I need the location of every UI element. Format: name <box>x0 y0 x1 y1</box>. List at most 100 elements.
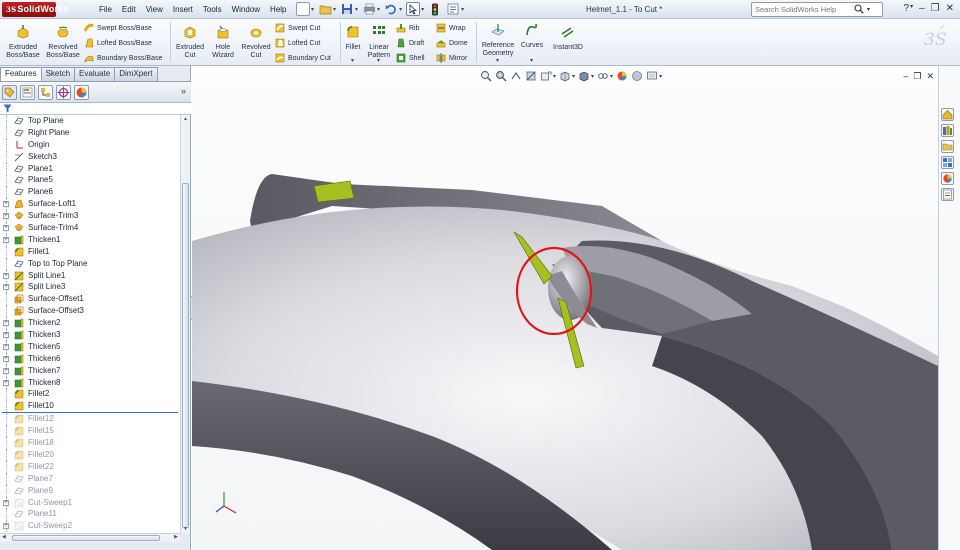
lofted-cut-button[interactable]: Lofted Cut <box>275 38 320 48</box>
graphics-area[interactable]: ▾ ▾ ▾ ▾ ▾ – ❐ ✕ <box>192 66 938 550</box>
tree-item[interactable]: + Split Line3 <box>0 281 180 294</box>
tree-item[interactable]: Plane6 <box>0 186 180 199</box>
boundary-boss-button[interactable]: Boundary Boss/Base <box>84 53 162 63</box>
save-dropdown-icon[interactable]: ▾ <box>355 6 358 13</box>
pattern-dropdown-icon[interactable]: ▾ <box>377 57 380 64</box>
hide-show-dropdown-icon[interactable]: ▾ <box>610 73 613 80</box>
file-explorer-icon[interactable] <box>941 140 954 153</box>
mirror-button[interactable]: Mirror <box>436 53 467 63</box>
design-library-icon[interactable] <box>941 124 954 137</box>
solidworks-logo[interactable]: 3SSolidWorks <box>2 2 68 17</box>
extruded-cut-button[interactable]: Extruded Cut <box>173 25 207 60</box>
display-style-dropdown-icon[interactable]: ▾ <box>591 73 594 80</box>
viewport-minimize-icon[interactable]: – <box>903 71 908 82</box>
viewport-restore-icon[interactable]: ❐ <box>913 71 921 82</box>
tree-item[interactable]: Plane5 <box>0 174 180 187</box>
tree-item[interactable]: + Thicken2 <box>0 317 180 330</box>
menu-insert[interactable]: Insert <box>168 4 198 15</box>
tab-sketch[interactable]: Sketch <box>40 67 76 81</box>
property-manager-icon[interactable] <box>20 85 35 100</box>
viewport-close-icon[interactable]: ✕ <box>926 71 934 82</box>
undo-dropdown-icon[interactable]: ▾ <box>399 6 402 13</box>
tab-evaluate[interactable]: Evaluate <box>74 67 116 81</box>
scroll-right-icon[interactable]: ▶ <box>174 534 178 540</box>
filter-icon[interactable] <box>3 104 12 113</box>
menu-help[interactable]: Help <box>265 4 291 15</box>
new-dropdown-icon[interactable]: ▾ <box>311 6 314 13</box>
view-palette-icon[interactable] <box>941 156 954 169</box>
tree-horizontal-scroll-thumb[interactable] <box>12 535 160 541</box>
tree-item[interactable]: + Cut-Sweep2 <box>0 520 180 533</box>
orientation-dropdown-icon[interactable]: ▾ <box>572 73 575 80</box>
tree-item[interactable]: + Surface-Trim4 <box>0 222 180 235</box>
revolved-boss-button[interactable]: Revolved Boss/Base <box>44 25 82 60</box>
apply-scene-icon[interactable] <box>631 70 643 82</box>
tree-item[interactable]: Top Plane <box>0 115 180 127</box>
expand-toggle-icon[interactable]: + <box>3 213 9 220</box>
print-dropdown-icon[interactable]: ▾ <box>377 6 380 13</box>
helmet-model[interactable] <box>192 66 938 550</box>
properties-dropdown-icon[interactable]: ▾ <box>461 6 464 13</box>
tree-item[interactable]: + Split Line1 <box>0 269 180 282</box>
configuration-manager-icon[interactable] <box>38 85 53 100</box>
linear-pattern-button[interactable]: Linear Pattern <box>364 25 394 60</box>
expand-toggle-icon[interactable]: + <box>3 355 9 362</box>
tab-dimxpert[interactable]: DimXpert <box>114 67 158 81</box>
tree-item[interactable]: Fillet10 <box>0 400 180 413</box>
tree-item[interactable]: Fillet2 <box>0 388 180 401</box>
dome-button[interactable]: Dome <box>436 38 468 48</box>
curves-dropdown-icon[interactable]: ▾ <box>530 57 533 64</box>
tree-item[interactable]: Fillet18 <box>0 437 180 450</box>
tree-item[interactable]: + Thicken3 <box>0 329 180 342</box>
expand-toggle-icon[interactable]: + <box>3 201 9 208</box>
restore-icon[interactable]: ❐ <box>931 3 940 14</box>
menu-window[interactable]: Window <box>227 4 265 15</box>
tree-item[interactable]: Plane9 <box>0 484 180 497</box>
tree-item[interactable]: Fillet12 <box>0 413 180 426</box>
help-search-box[interactable]: ▾ <box>751 2 883 17</box>
tree-item[interactable]: Surface-Offset3 <box>0 305 180 318</box>
menu-view[interactable]: View <box>141 4 168 15</box>
section-view-icon[interactable] <box>525 70 537 82</box>
tree-item[interactable]: + Thicken6 <box>0 352 180 365</box>
zoom-to-fit-icon[interactable] <box>480 70 492 82</box>
expand-toggle-icon[interactable]: + <box>3 320 9 327</box>
tree-item[interactable]: Origin <box>0 138 180 151</box>
fillet-button[interactable]: Fillet <box>343 25 363 52</box>
help-icon[interactable]: ? <box>904 3 910 14</box>
help-search-input[interactable] <box>755 5 851 14</box>
curves-button[interactable]: Curves <box>518 23 546 50</box>
tree-item[interactable]: + Cut-Sweep1 <box>0 496 180 509</box>
rebuild-traffic-light-icon[interactable] <box>428 2 442 16</box>
extruded-boss-button[interactable]: Extruded Boss/Base <box>4 25 42 60</box>
tree-filter-row[interactable] <box>0 103 191 115</box>
edit-appearance-icon[interactable] <box>616 70 628 82</box>
tree-horizontal-scrollbar[interactable]: ◀ ▶ <box>0 533 180 542</box>
tree-item[interactable]: Right Plane <box>0 126 180 139</box>
menu-file[interactable]: File <box>94 4 117 15</box>
scroll-up-icon[interactable]: ▲ <box>183 116 188 122</box>
draft-button[interactable]: Draft <box>396 38 424 48</box>
new-document-icon[interactable] <box>296 2 310 16</box>
swept-boss-button[interactable]: Swept Boss/Base <box>84 23 152 33</box>
instant3d-button[interactable]: Instant3D <box>550 25 586 52</box>
tree-item[interactable]: Fillet15 <box>0 425 180 438</box>
expand-toggle-icon[interactable]: + <box>3 272 9 279</box>
tree-item[interactable]: Surface-Offset1 <box>0 293 180 306</box>
tree-vertical-scroll-thumb[interactable] <box>182 183 189 528</box>
search-dropdown-icon[interactable]: ▾ <box>867 6 870 13</box>
scroll-left-icon[interactable]: ◀ <box>2 534 6 540</box>
display-style-icon[interactable] <box>578 70 590 82</box>
tree-item[interactable]: Fillet20 <box>0 448 180 461</box>
tree-item[interactable]: + Surface-Loft1 <box>0 198 180 211</box>
expand-toggle-icon[interactable]: + <box>3 379 9 386</box>
expand-toggle-icon[interactable]: + <box>3 284 9 291</box>
feature-manager-tree-icon[interactable] <box>2 85 17 100</box>
tree-item[interactable]: + Thicken1 <box>0 233 180 246</box>
tree-item[interactable]: Sketch3 <box>0 150 180 163</box>
swept-cut-button[interactable]: Swept Cut <box>275 23 320 33</box>
tree-item[interactable]: Plane1 <box>0 162 180 175</box>
lofted-boss-button[interactable]: Lofted Boss/Base <box>84 38 152 48</box>
tree-item[interactable]: Top to Top Plane <box>0 257 180 270</box>
reference-geometry-button[interactable]: Reference Geometry <box>479 23 517 58</box>
